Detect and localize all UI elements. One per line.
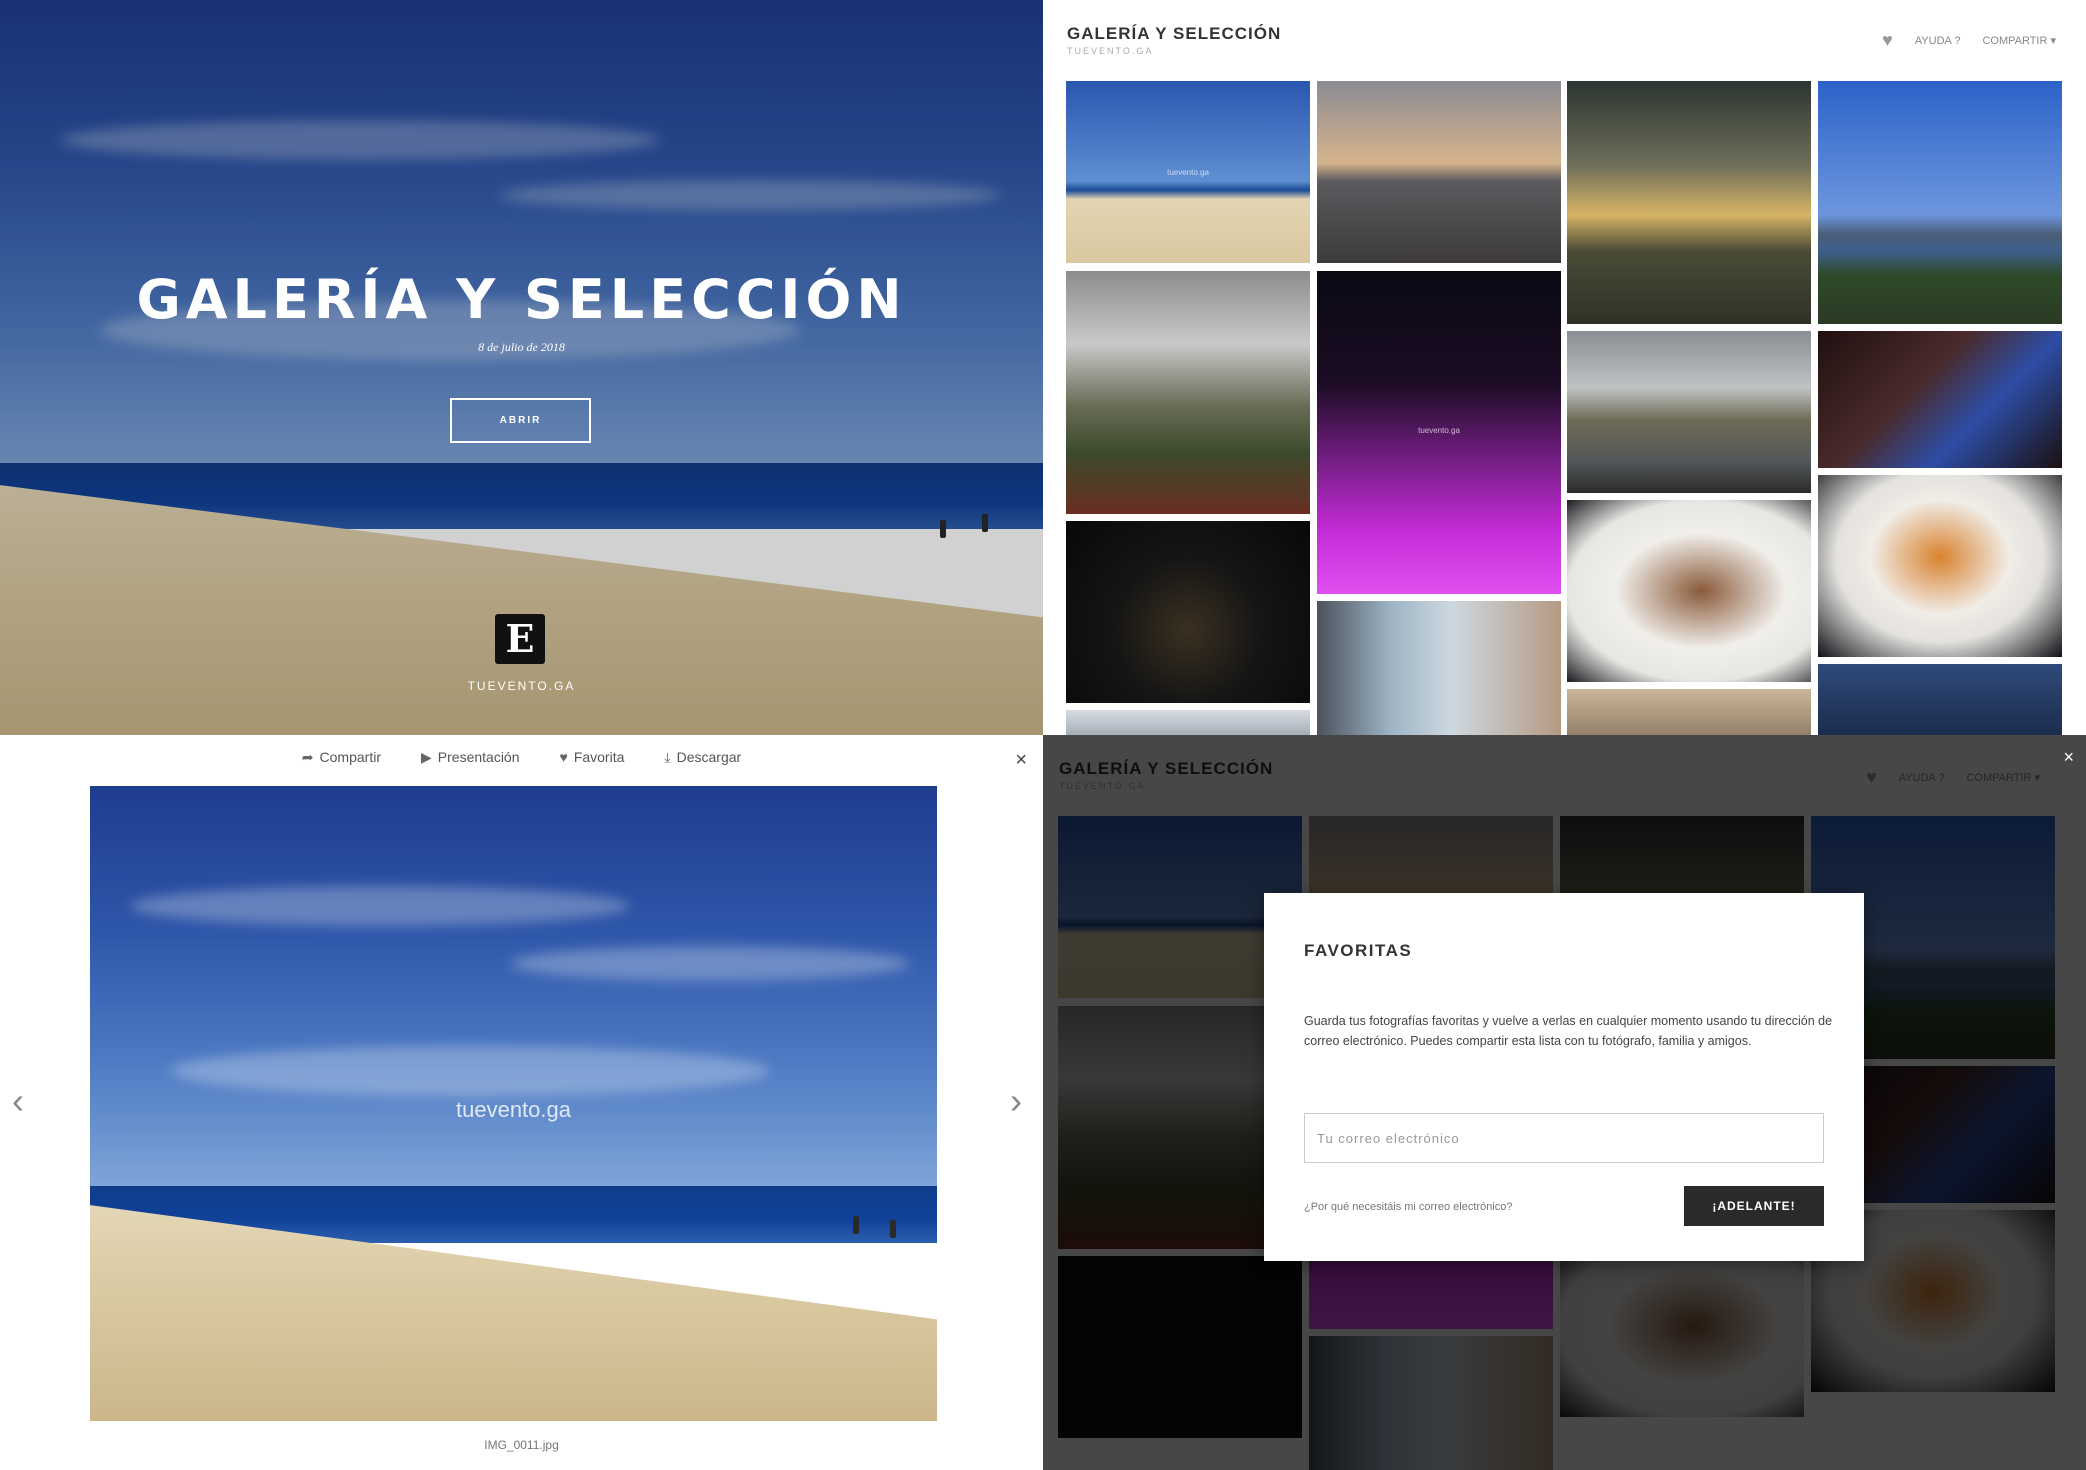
play-icon: ▶ (421, 749, 432, 765)
share-icon: ➦ (301, 749, 314, 765)
brand-logo: E (495, 614, 545, 664)
watermark: tuevento.ga (456, 1097, 571, 1123)
photo-tile[interactable] (1818, 664, 2062, 735)
heart-icon: ♥ (559, 749, 568, 765)
next-arrow-icon[interactable]: › (1010, 1080, 1022, 1122)
photo-tile[interactable] (1818, 475, 2062, 657)
submit-button[interactable]: ¡ADELANTE! (1684, 1186, 1824, 1226)
brand-name: TUEVENTO.GA (467, 679, 576, 693)
gallery-nav: ♥ AYUDA ? COMPARTIR ▾ (1882, 30, 2056, 51)
lightbox-photo: tuevento.ga (90, 786, 937, 1421)
share-action[interactable]: ➦ Compartir (302, 749, 381, 766)
open-button[interactable]: ABRIR (450, 398, 591, 443)
help-link[interactable]: AYUDA ? (1915, 35, 1961, 47)
favorite-action[interactable]: ♥ Favorita (560, 749, 625, 766)
favorites-modal: FAVORITAS Guarda tus fotografías favorit… (1264, 893, 1864, 1261)
photo-tile[interactable] (1066, 521, 1310, 703)
favorites-page: GALERÍA Y SELECCIÓN TUEVENTO.GA ♥ AYUDA … (1043, 735, 2086, 1470)
lightbox-toolbar: ➦ Compartir ▶ Presentación ♥ Favorita ⤓ Desc… (0, 749, 1043, 766)
close-icon[interactable]: × (1015, 749, 1027, 772)
gallery-title: GALERÍA Y SELECCIÓN (1067, 24, 1282, 43)
cover-date: 8 de julio de 2018 (478, 340, 565, 354)
prev-arrow-icon[interactable]: ‹ (12, 1080, 24, 1122)
photo-tile[interactable] (1818, 81, 2062, 324)
why-email-link[interactable]: ¿Por qué necesitáis mi correo electrónic… (1304, 1201, 1512, 1213)
gallery-page: GALERÍA Y SELECCIÓN TUEVENTO.GA ♥ AYUDA … (1043, 0, 2086, 735)
photo-tile[interactable] (1066, 710, 1310, 735)
lightbox-view: ➦ Compartir ▶ Presentación ♥ Favorita ⤓ Desc… (0, 735, 1043, 1470)
photo-tile[interactable] (1317, 81, 1561, 263)
cover-page: GALERÍA Y SELECCIÓN 8 de julio de 2018 A… (0, 0, 1043, 735)
photo-tile[interactable] (1567, 81, 1811, 324)
close-icon[interactable]: × (2063, 747, 2074, 768)
download-action[interactable]: ⤓ Descargar (664, 749, 741, 766)
photo-tile[interactable] (1567, 500, 1811, 682)
slideshow-action[interactable]: ▶ Presentación (421, 749, 520, 766)
file-name: IMG_0011.jpg (484, 1438, 559, 1452)
photo-tile[interactable]: tuevento.ga (1317, 271, 1561, 594)
heart-icon[interactable]: ♥ (1882, 30, 1893, 51)
photo-tile[interactable] (1317, 601, 1561, 735)
cover-title: GALERÍA Y SELECCIÓN (136, 268, 907, 331)
photo-tile[interactable] (1818, 331, 2062, 468)
photo-tile[interactable] (1567, 689, 1811, 735)
photo-tile[interactable] (1066, 271, 1310, 514)
share-menu[interactable]: COMPARTIR ▾ (1982, 34, 2056, 47)
modal-description: Guarda tus fotografías favoritas y vuelv… (1304, 1014, 1833, 1048)
photo-tile[interactable]: tuevento.ga (1066, 81, 1310, 263)
gallery-subtitle: TUEVENTO.GA (1067, 46, 1154, 56)
email-field[interactable] (1304, 1113, 1824, 1163)
modal-title: FAVORITAS (1304, 941, 1413, 960)
photo-tile[interactable] (1567, 331, 1811, 493)
download-icon: ⤓ (664, 749, 671, 765)
